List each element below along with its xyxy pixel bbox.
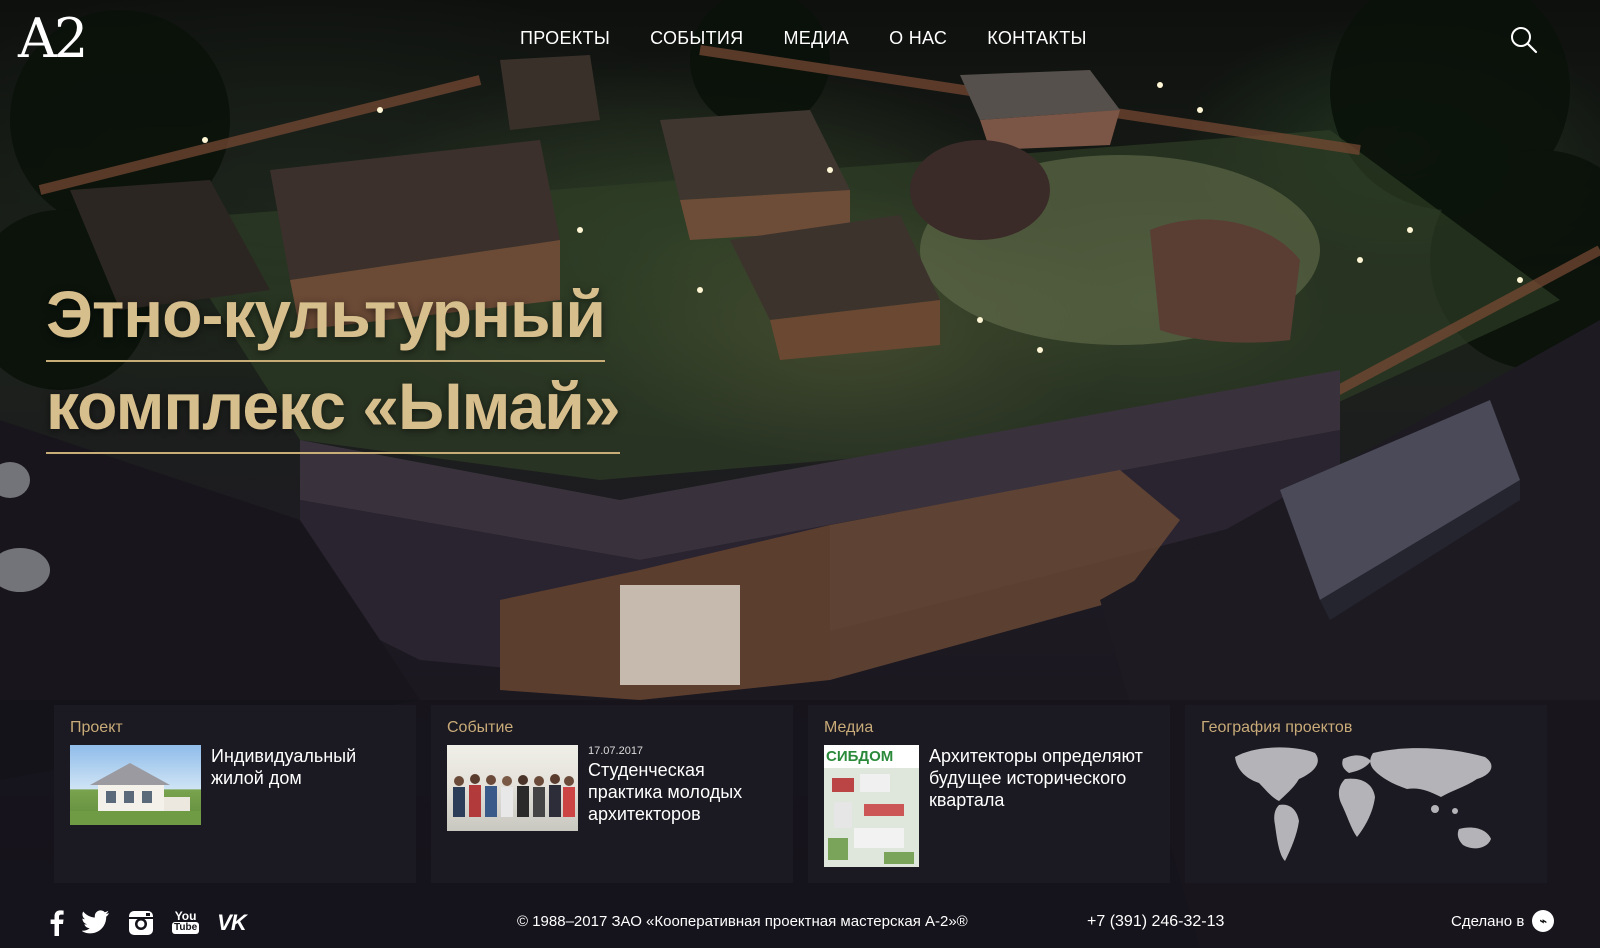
project-title[interactable]: Индивидуальный жилой дом	[211, 745, 400, 825]
main-nav: ПРОЕКТЫ СОБЫТИЯ МЕДИА О НАС КОНТАКТЫ	[520, 28, 1087, 49]
media-thumbnail[interactable]: СИБДОМ	[824, 745, 919, 867]
nav-item-projects[interactable]: ПРОЕКТЫ	[520, 28, 610, 49]
nav-item-events[interactable]: СОБЫТИЯ	[650, 28, 743, 49]
nav-item-contacts[interactable]: КОНТАКТЫ	[987, 28, 1087, 49]
media-card[interactable]: Медиа СИБДОМ Архитекторы определяют буду…	[808, 705, 1170, 883]
card-category-label: Проект	[70, 719, 123, 736]
facebook-icon[interactable]	[50, 910, 64, 938]
nav-item-about[interactable]: О НАС	[889, 28, 947, 49]
hero-title-line-1: Этно-культурный	[46, 276, 606, 362]
hero-title[interactable]: Этно-культурный комплекс «Ымай»	[46, 276, 621, 460]
phone-number[interactable]: +7 (391) 246-32-13	[1087, 913, 1224, 931]
event-date: 17.07.2017	[588, 745, 644, 757]
vk-label: VK	[217, 910, 247, 935]
event-card[interactable]: Событие 17.07.2017 Студенческая практика…	[431, 705, 793, 883]
copyright-text: © 1988–2017 ЗАО «Кооперативная проектная…	[517, 913, 968, 930]
social-links: You Tube VK	[50, 909, 247, 938]
sibdom-logo: СИБДОМ	[824, 745, 919, 768]
geo-card[interactable]: География проектов	[1185, 705, 1547, 883]
featured-cards: Проект Индивидуальный жилой дом Событие …	[54, 705, 1547, 883]
vk-icon[interactable]: VK	[217, 910, 247, 938]
card-category-label: Медиа	[824, 719, 874, 736]
card-category-label: География проектов	[1201, 719, 1353, 736]
youtube-text-bottom: Tube	[172, 922, 200, 934]
search-icon[interactable]	[1510, 26, 1538, 54]
hero-title-line-2: комплекс «Ымай»	[46, 368, 621, 454]
card-category-label: Событие	[447, 719, 514, 736]
twitter-icon[interactable]	[81, 910, 110, 938]
nav-item-media[interactable]: МЕДИА	[783, 28, 849, 49]
project-thumbnail[interactable]	[70, 745, 201, 825]
studio-logo-icon: ⌁	[1532, 910, 1555, 932]
made-in-label: Сделано в	[1451, 912, 1525, 930]
event-title[interactable]: Студенческая практика молодых архитектор…	[588, 759, 777, 825]
youtube-icon[interactable]: You Tube	[172, 909, 200, 938]
youtube-text-top: You	[174, 909, 197, 923]
made-in-link[interactable]: Сделано в ⌁	[1451, 910, 1555, 932]
media-title[interactable]: Архитекторы определяют будущее историчес…	[929, 745, 1154, 867]
site-logo[interactable]: A2	[18, 12, 88, 66]
world-map[interactable]	[1215, 739, 1515, 875]
instagram-icon[interactable]	[128, 910, 154, 938]
event-thumbnail[interactable]	[447, 745, 578, 831]
project-card[interactable]: Проект Индивидуальный жилой дом	[54, 705, 416, 883]
